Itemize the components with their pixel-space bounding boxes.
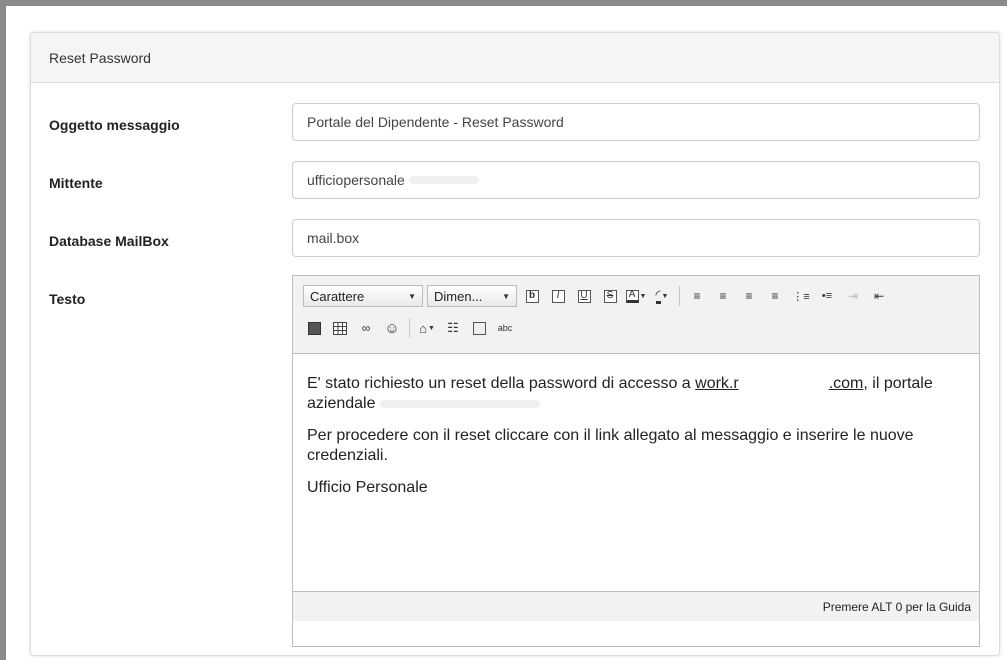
outdent-icon[interactable]: ⇤ xyxy=(868,285,890,307)
mailbox-input[interactable]: mail.box xyxy=(292,219,980,257)
subject-label: Oggetto messaggio xyxy=(49,117,180,133)
panel-title: Reset Password xyxy=(49,49,151,66)
underline-icon[interactable]: U xyxy=(573,285,595,307)
justify-icon[interactable]: ≡ xyxy=(764,285,786,307)
strikethrough-icon[interactable]: S xyxy=(599,285,621,307)
subject-input[interactable]: Portale del Dipendente - Reset Password xyxy=(292,103,980,141)
smiley-icon[interactable]: ☺ xyxy=(381,317,403,339)
chevron-down-icon: ▼ xyxy=(408,291,416,301)
bold-icon[interactable]: b xyxy=(521,285,543,307)
reset-password-panel: Reset Password Oggetto messaggio Portale… xyxy=(30,32,1000,656)
toolbar-row-1: Carattere ▼ Dimen... ▼ b I U S A ▼ ◜ ▼ ≡ ≡ xyxy=(303,282,973,310)
image-icon[interactable] xyxy=(303,317,325,339)
body-label: Testo xyxy=(49,291,86,307)
italic-icon[interactable]: I xyxy=(547,285,569,307)
editor-statusbar: Premere ALT 0 per la Guida xyxy=(293,591,979,621)
redacted-text xyxy=(379,399,540,408)
window-frame: Reset Password Oggetto messaggio Portale… xyxy=(0,0,1007,660)
mailbox-label: Database MailBox xyxy=(49,233,169,249)
spellcheck-icon[interactable]: abc xyxy=(494,317,516,339)
text-color-icon[interactable]: A ▼ xyxy=(625,285,647,307)
message-paragraph-2: Per procedere con il reset cliccare con … xyxy=(307,427,914,464)
sender-value: ufficiopersonale xyxy=(307,172,405,188)
find-icon[interactable]: ☷ xyxy=(442,317,464,339)
bulleted-list-icon[interactable]: •≡ xyxy=(816,285,838,307)
size-combo-label: Dimen... xyxy=(434,288,483,304)
align-left-icon[interactable]: ≡ xyxy=(686,285,708,307)
sender-label: Mittente xyxy=(49,175,103,191)
source-icon[interactable] xyxy=(468,317,490,339)
help-hint: Premere ALT 0 per la Guida xyxy=(822,599,971,614)
mailbox-value: mail.box xyxy=(307,230,360,246)
message-paragraph-1: E' stato richiesto un reset della passwo… xyxy=(307,375,933,412)
align-right-icon[interactable]: ≡ xyxy=(738,285,760,307)
message-signature: Ufficio Personale xyxy=(307,479,428,496)
toolbar-separator xyxy=(679,286,680,306)
rich-text-editor: Carattere ▼ Dimen... ▼ b I U S A ▼ ◜ ▼ ≡ ≡ xyxy=(292,275,980,647)
sender-input[interactable]: ufficiopersonale xyxy=(292,161,980,199)
portal-link[interactable]: work.r .com xyxy=(695,375,863,392)
editor-content[interactable]: E' stato richiesto un reset della passwo… xyxy=(293,354,979,591)
align-center-icon[interactable]: ≡ xyxy=(712,285,734,307)
font-combo-label: Carattere xyxy=(310,288,365,304)
editor-toolbar: Carattere ▼ Dimen... ▼ b I U S A ▼ ◜ ▼ ≡ ≡ xyxy=(293,276,979,354)
special-char-icon[interactable]: ⌂ ▼ xyxy=(416,317,438,339)
toolbar-row-2: ∞ ☺ ⌂ ▼ ☷ abc xyxy=(303,314,973,342)
redacted-text xyxy=(408,176,479,184)
font-combo[interactable]: Carattere ▼ xyxy=(303,285,423,307)
subject-value: Portale del Dipendente - Reset Password xyxy=(307,114,564,130)
numbered-list-icon[interactable]: ⋮≡ xyxy=(790,285,812,307)
table-icon[interactable] xyxy=(329,317,351,339)
panel-heading: Reset Password xyxy=(31,33,999,83)
toolbar-separator xyxy=(409,318,410,338)
background-color-icon[interactable]: ◜ ▼ xyxy=(651,285,673,307)
chevron-down-icon: ▼ xyxy=(502,291,510,301)
indent-icon[interactable]: ⇥ xyxy=(842,285,864,307)
link-icon[interactable]: ∞ xyxy=(355,317,377,339)
size-combo[interactable]: Dimen... ▼ xyxy=(427,285,517,307)
